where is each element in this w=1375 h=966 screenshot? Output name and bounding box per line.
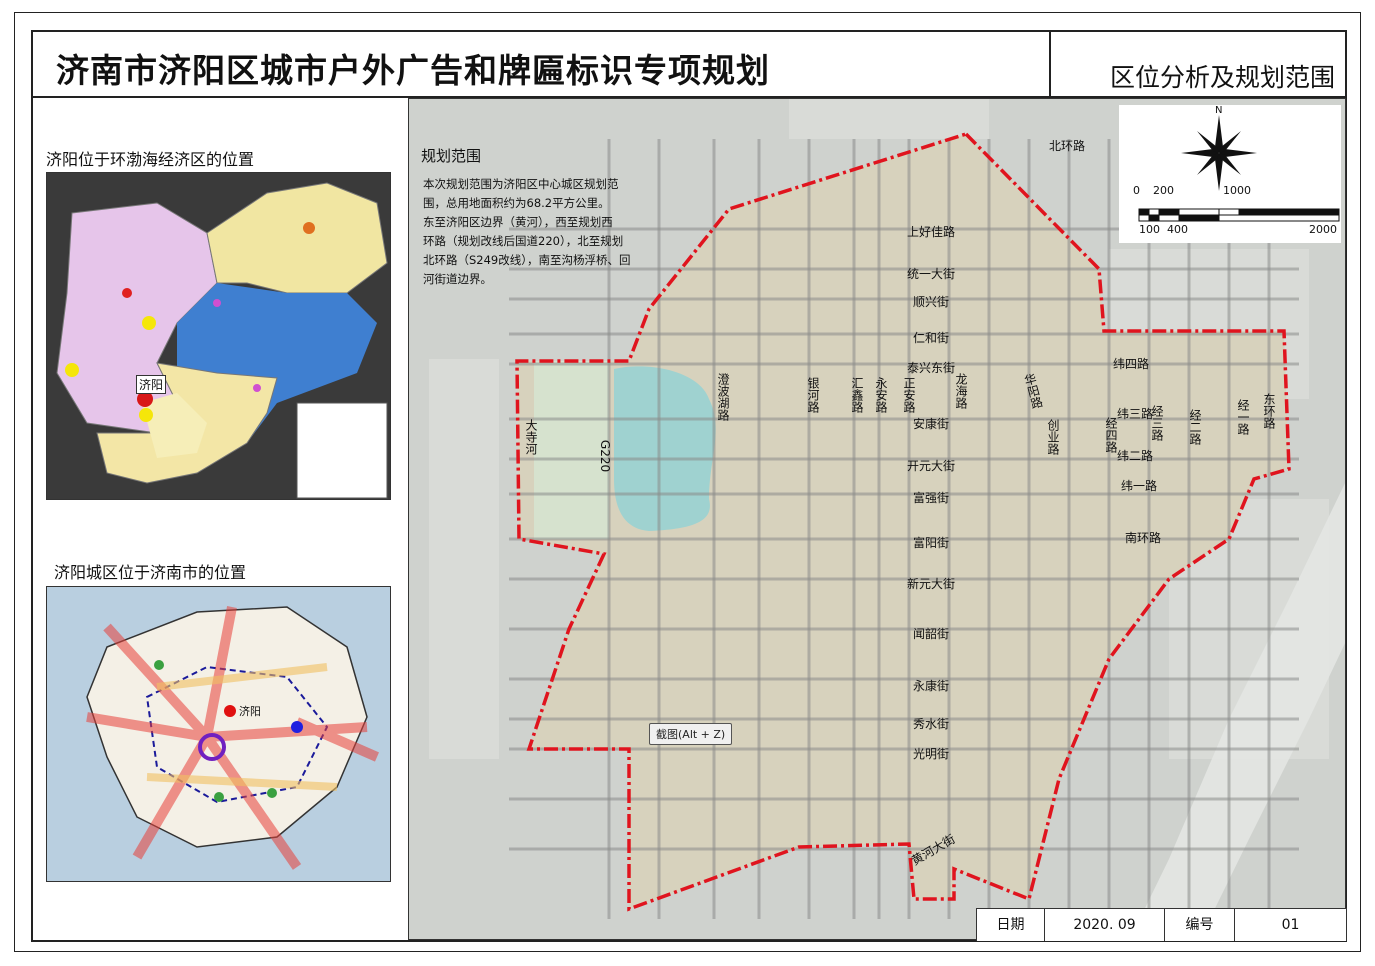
road-label: 泰兴东街 (907, 361, 956, 375)
number-label: 编号 (1165, 909, 1235, 941)
road-label: 永安路 (874, 377, 888, 413)
planning-map: 规划范围 本次规划范围为济阳区中心城区规划范 围，总用地面积约为68.2平方公里… (408, 98, 1346, 940)
road-label: 安康街 (913, 417, 950, 431)
road-label: 汇鑫路 (850, 377, 864, 413)
scale-label: 2000 (1309, 223, 1337, 236)
north-arrow-icon (1181, 115, 1257, 191)
scale-north-box: N 0 200 1000 100 400 2000 (1119, 105, 1341, 243)
bohai-panel-title: 济阳位于环渤海经济区的位置 (46, 150, 255, 169)
scale-label: 100 (1139, 223, 1160, 236)
road-label: 银河路 (806, 377, 820, 413)
scale-label: 400 (1167, 223, 1188, 236)
description-line: 环路（规划改线后国道220），北至规划 (423, 234, 624, 248)
scale-label: 1000 (1223, 184, 1251, 197)
road-label: 闻韶街 (913, 627, 950, 641)
road-label: 秀水街 (913, 717, 950, 731)
screenshot-tooltip: 截图(Alt + Z) (649, 723, 733, 745)
north-label: N (1215, 105, 1223, 116)
road-label: 顺兴街 (913, 295, 950, 309)
road-label: 南环路 (1125, 531, 1162, 545)
road-label: 东环路 (1262, 393, 1276, 429)
road-label: 富强街 (913, 491, 950, 505)
description-line: 河街道边界。 (423, 272, 492, 286)
description-line: 围，总用地面积约为68.2平方公里。 (423, 196, 610, 210)
bohai-jiyang-label: 济阳 (136, 375, 167, 394)
road-label: 澄波湖路 (716, 373, 730, 421)
road-label: 大寺河 (524, 419, 538, 455)
description-line: 北环路（S249改线），南至沟杨浮桥、回 (423, 253, 631, 267)
road-label: 仁和街 (913, 331, 950, 345)
road-label: 经二路 (1188, 409, 1202, 445)
road-label: 开元大街 (907, 459, 956, 473)
road-label: 创业路 (1046, 419, 1060, 455)
road-label: 纬四路 (1113, 357, 1150, 371)
road-label: G220 (598, 439, 613, 473)
date-value: 2020. 09 (1045, 909, 1165, 941)
road-label: 经三路 (1150, 405, 1164, 441)
scale-label: 0 (1133, 184, 1140, 197)
road-label: 永康街 (913, 679, 950, 693)
road-label: 龙海路 (954, 373, 968, 409)
road-label: 正安路 (902, 377, 916, 413)
road-label: 纬三路 (1117, 407, 1154, 421)
jinan-jiyang-label: 济阳 (239, 705, 261, 718)
description-line: 本次规划范围为济阳区中心城区规划范 (423, 177, 619, 191)
description-text: 本次规划范围为济阳区中心城区规划范 围，总用地面积约为68.2平方公里。 东至济… (423, 175, 659, 289)
road-label: 纬二路 (1117, 449, 1154, 463)
date-label: 日期 (977, 909, 1045, 941)
road-label: 上好佳路 (907, 225, 956, 239)
description-title: 规划范围 (421, 147, 482, 165)
subtitle-divider (1049, 30, 1051, 96)
jinan-inset-map: 济阳 (46, 586, 391, 882)
road-label: 富阳街 (913, 536, 950, 550)
road-label: 纬一路 (1121, 479, 1158, 493)
bohai-inset-map: 济阳 (46, 172, 391, 500)
description-line: 东至济阳区边界（黄河），西至规划西 (423, 215, 613, 229)
road-label: 光明街 (913, 747, 950, 761)
road-label: 经四路 (1104, 417, 1118, 453)
jinan-panel-title: 济阳城区位于济南市的位置 (54, 563, 247, 582)
scale-label: 200 (1153, 184, 1174, 197)
road-label: 新元大街 (907, 577, 956, 591)
page-subtitle: 区位分析及规划范围 (1109, 63, 1335, 92)
number-value: 01 (1235, 909, 1347, 941)
page-title: 济南市济阳区城市户外广告和牌匾标识专项规划 (56, 51, 770, 90)
road-label: 经一路 (1236, 399, 1250, 435)
info-bar: 日期 2020. 09 编号 01 (976, 908, 1347, 941)
road-label: 统一大街 (907, 267, 956, 281)
road-label: 北环路 (1049, 139, 1086, 153)
